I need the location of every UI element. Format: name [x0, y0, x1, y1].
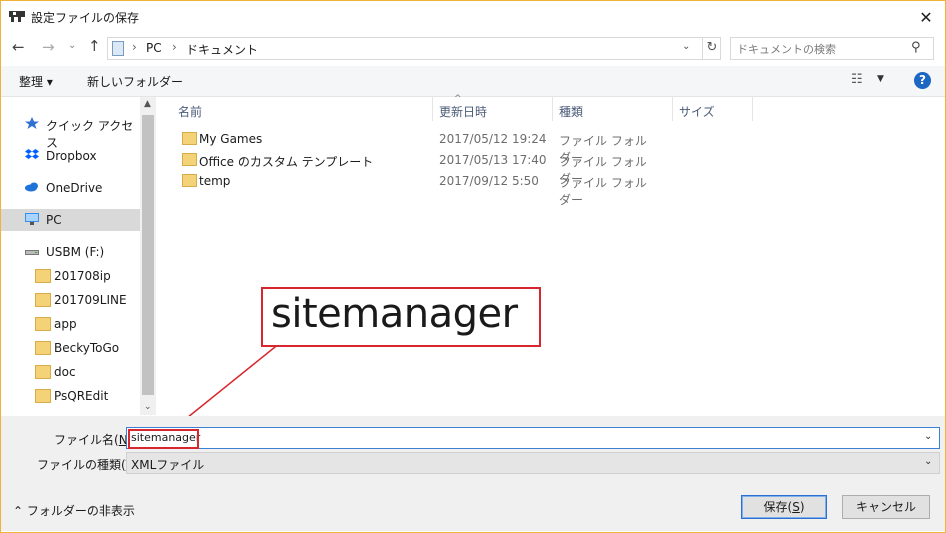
sidebar-item-dropbox[interactable]: Dropbox [1, 145, 140, 167]
refresh-icon[interactable]: ↻ [702, 38, 721, 59]
sidebar-item-usb-drive[interactable]: USBM (F:) [1, 241, 140, 263]
sidebar-item-label: 201709LINE [54, 293, 127, 307]
view-options-icon[interactable]: ☷ [851, 72, 863, 87]
new-folder-button[interactable]: 新しいフォルダー [87, 73, 183, 90]
sidebar-item-onedrive[interactable]: OneDrive [1, 177, 140, 199]
file-row[interactable]: My Games 2017/05/12 19:24 ファイル フォルダー [158, 128, 658, 165]
sidebar-item-folder[interactable]: 201708ip [1, 265, 140, 287]
sidebar-item-label: PsQREdit [54, 389, 109, 403]
sidebar-item-label: USBM (F:) [46, 245, 105, 259]
search-box[interactable]: ドキュメントの検索 ⚲ [730, 37, 934, 60]
column-header-type[interactable]: 種類 [559, 103, 583, 120]
filename-label: ファイル名(N): [54, 433, 136, 447]
hide-folders-toggle[interactable]: ⌃ フォルダーの非表示 [13, 502, 135, 519]
file-modified: 2017/05/13 17:40 [439, 153, 547, 167]
breadcrumb-pc[interactable]: PC [146, 41, 162, 55]
file-type: ファイル フォルダー [559, 176, 647, 207]
scroll-down-icon[interactable]: ⌄ [144, 402, 152, 412]
breadcrumb-documents[interactable]: ドキュメント [186, 41, 258, 58]
column-header-modified[interactable]: 更新日時 [439, 103, 487, 120]
breadcrumb-separator[interactable]: › [132, 40, 137, 54]
column-divider[interactable] [752, 97, 753, 121]
callout-text: sitemanager [271, 291, 518, 337]
save-button[interactable]: 保存(S) [741, 495, 827, 519]
filetype-select[interactable]: XMLファイル ⌄ [126, 452, 940, 474]
navigation-pane: クイック アクセス Dropbox OneDrive PC USBM (F:) … [1, 97, 156, 415]
chevron-down-icon[interactable]: ⌄ [682, 41, 690, 52]
sidebar-item-label: OneDrive [46, 181, 103, 195]
sidebar-item-folder[interactable]: app [1, 313, 140, 335]
monitor-icon [25, 213, 39, 225]
search-input[interactable]: ドキュメントの検索 [737, 41, 836, 57]
folder-icon [35, 389, 51, 403]
sidebar-item-label: BeckyToGo [54, 341, 120, 355]
column-divider[interactable] [672, 97, 673, 121]
folder-icon [182, 132, 197, 145]
navigation-scrollbar[interactable]: ▲ ⌄ [140, 97, 156, 415]
column-header-size[interactable]: サイズ [679, 103, 715, 120]
folder-icon [182, 174, 197, 187]
file-row[interactable]: temp 2017/09/12 5:50 ファイル フォルダー [158, 170, 658, 207]
file-modified: 2017/09/12 5:50 [439, 174, 539, 188]
pc-icon [112, 41, 124, 56]
file-name: My Games [199, 132, 263, 146]
scroll-up-icon[interactable]: ▲ [144, 99, 151, 109]
sidebar-item-folder[interactable]: BeckyToGo [1, 337, 140, 359]
file-name: Office のカスタム テンプレート [199, 155, 374, 169]
folder-icon [182, 153, 197, 166]
title-bar: 設定ファイルの保存 ✕ [1, 1, 945, 31]
sidebar-item-label: PC [46, 213, 62, 227]
forward-arrow-icon[interactable]: → [42, 38, 55, 56]
search-icon[interactable]: ⚲ [911, 40, 921, 55]
column-divider[interactable] [552, 97, 553, 121]
command-bar: 整理 ▾ 新しいフォルダー ☷ ▼ ? [1, 66, 945, 97]
drive-icon [25, 250, 39, 255]
filename-highlight-box [128, 429, 199, 449]
folder-icon [35, 341, 51, 355]
sidebar-item-quick-access[interactable]: クイック アクセス [1, 113, 140, 150]
help-icon[interactable]: ? [914, 72, 931, 89]
window-title: 設定ファイルの保存 [31, 11, 140, 25]
sidebar-item-folder[interactable]: doc [1, 361, 140, 383]
sidebar-item-label: app [54, 317, 77, 331]
up-folder-icon[interactable]: ↑ [88, 37, 101, 55]
scrollbar-thumb[interactable] [142, 115, 154, 395]
recent-locations-icon[interactable]: ⌄ [68, 40, 76, 51]
zoom-callout: sitemanager [261, 287, 541, 347]
file-row[interactable]: Office のカスタム テンプレート 2017/05/13 17:40 ファイ… [158, 149, 658, 186]
folder-icon [35, 317, 51, 331]
address-bar[interactable]: › PC › ドキュメント ⌄ ↻ [107, 37, 721, 60]
sidebar-item-label: 201708ip [54, 269, 111, 283]
close-button[interactable]: ✕ [907, 2, 945, 32]
sidebar-item-label: Dropbox [46, 149, 97, 163]
folder-icon [35, 365, 51, 379]
sidebar-item-label: doc [54, 365, 76, 379]
back-arrow-icon[interactable]: ← [12, 38, 25, 56]
column-header-name[interactable]: 名前 [178, 103, 202, 120]
sidebar-item-folder[interactable]: 201709LINE [1, 289, 140, 311]
file-name: temp [199, 174, 231, 188]
cloud-icon [25, 182, 38, 192]
organize-button[interactable]: 整理 ▾ [19, 73, 53, 90]
column-headers: ^ 名前 更新日時 種類 サイズ [158, 94, 944, 121]
chevron-down-icon[interactable]: ⌄ [924, 456, 932, 467]
dropbox-icon [25, 149, 39, 159]
save-options-panel: ファイル名(N): sitemanager ⌄ ファイルの種類(T): XMLフ… [1, 416, 945, 531]
folder-icon [35, 269, 51, 283]
filetype-value[interactable]: XMLファイル [131, 456, 204, 473]
folder-icon [35, 293, 51, 307]
chevron-down-icon[interactable]: ⌄ [924, 431, 932, 442]
sidebar-item-folder[interactable]: PsQREdit [1, 385, 140, 407]
breadcrumb-separator[interactable]: › [172, 40, 177, 54]
filename-input[interactable]: sitemanager ⌄ [126, 427, 940, 449]
app-icon [9, 11, 25, 22]
sidebar-item-pc[interactable]: PC [1, 209, 140, 231]
star-icon [25, 117, 39, 129]
cancel-button[interactable]: キャンセル [842, 495, 930, 519]
chevron-down-icon[interactable]: ▼ [877, 74, 884, 84]
file-modified: 2017/05/12 19:24 [439, 132, 547, 146]
column-divider[interactable] [432, 97, 433, 121]
